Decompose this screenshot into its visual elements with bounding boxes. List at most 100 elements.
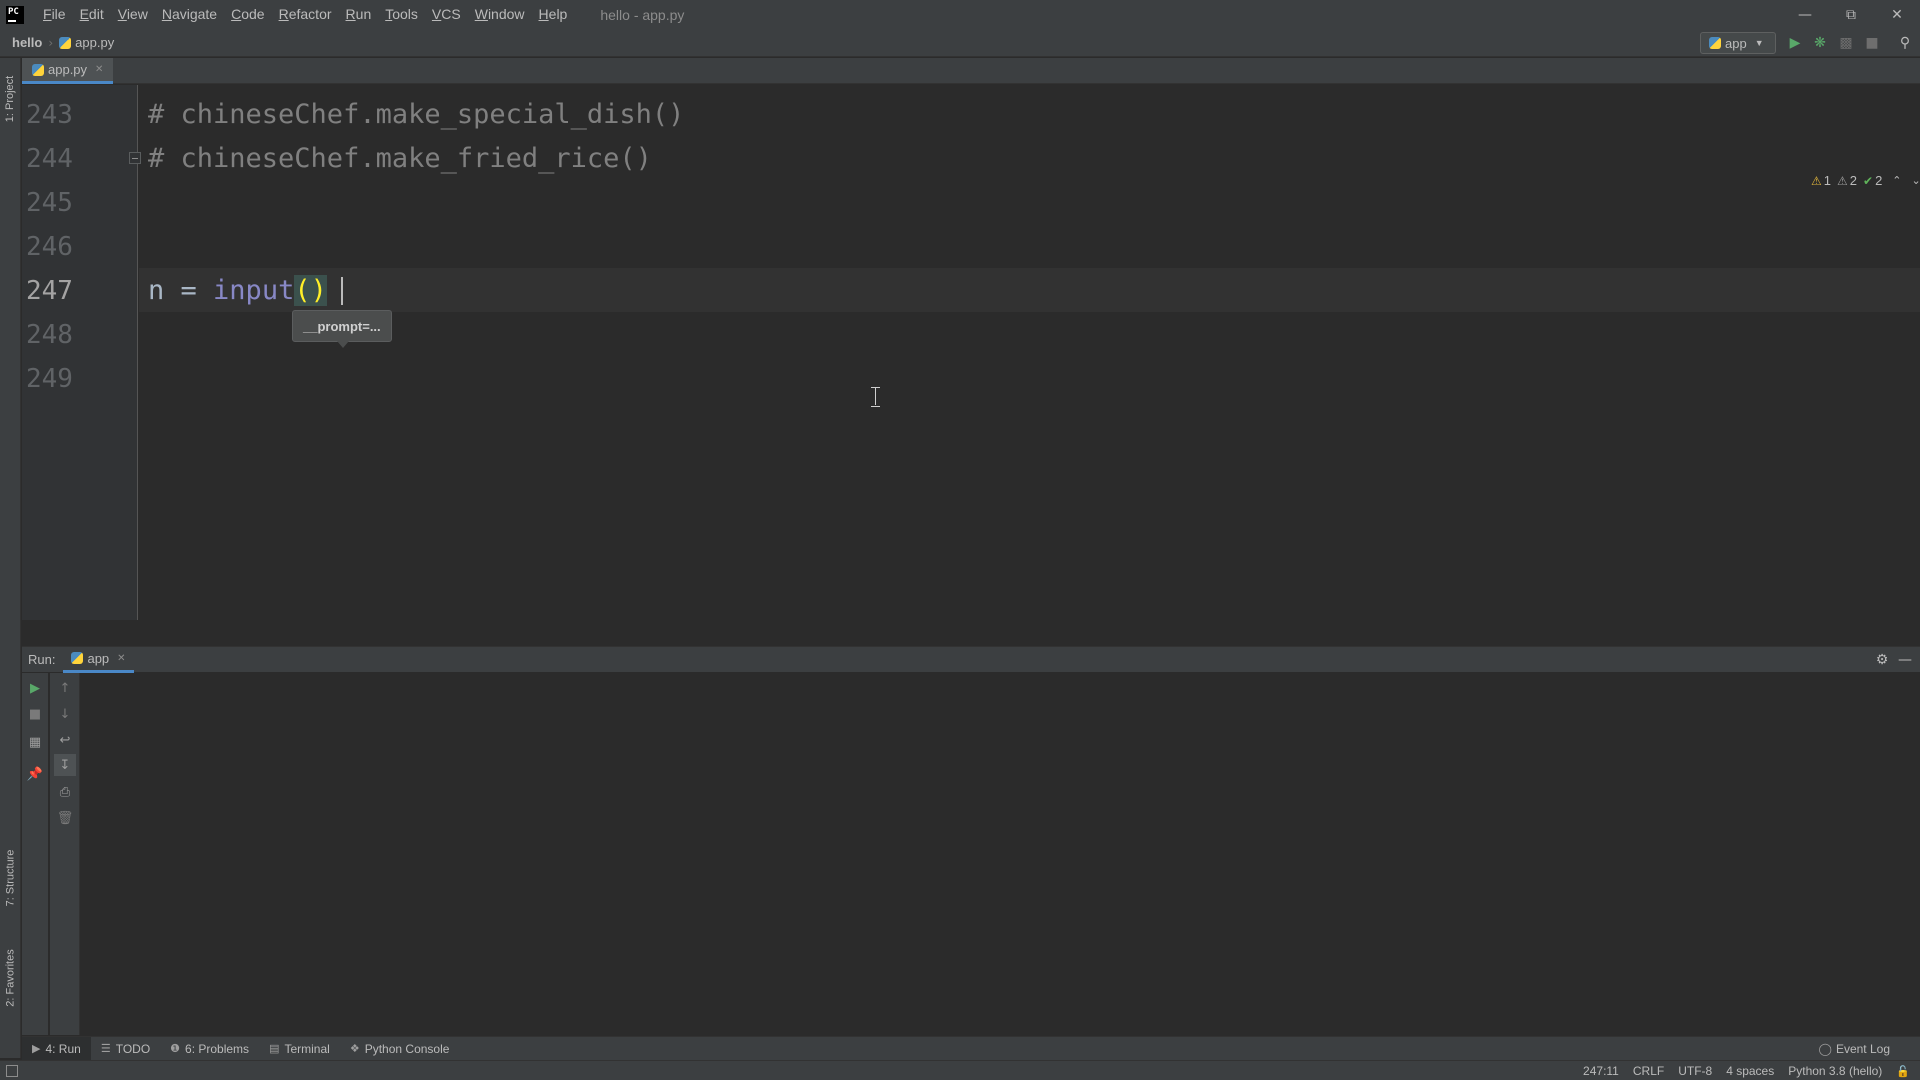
menu-window[interactable]: Window (468, 0, 532, 29)
minimize-icon[interactable]: — (1782, 0, 1828, 29)
status-widgets: 247:11 CRLF UTF-8 4 spaces Python 3.8 (h… (1583, 1061, 1910, 1080)
left-tool-stripe: 1: Project 7: Structure 2: Favorites (0, 58, 21, 1058)
tool-tab-structure[interactable]: 7: Structure (0, 838, 21, 918)
tool-tab-python-console[interactable]: ❖ Python Console (340, 1037, 460, 1061)
close-icon[interactable]: ✕ (117, 653, 125, 664)
tool-tab-event-log-label: Event Log (1835, 1042, 1890, 1056)
terminal-icon: ▤ (269, 1043, 280, 1055)
parameter-info-tooltip: __prompt=... (292, 310, 392, 348)
close-icon[interactable]: ✕ (95, 64, 103, 75)
menu-code[interactable]: Code (224, 0, 271, 29)
menu-refactor[interactable]: Refactor (272, 0, 339, 29)
lock-icon[interactable]: 🔓 (1896, 1065, 1910, 1078)
menu-help[interactable]: Help (532, 0, 575, 29)
arrow-up-icon[interactable]: ↑ (54, 677, 76, 699)
line-number: 248 (26, 320, 73, 350)
file-encoding[interactable]: UTF-8 (1678, 1064, 1712, 1078)
hide-icon[interactable]: — (1895, 650, 1915, 670)
fold-marker-icon[interactable] (129, 152, 141, 164)
tool-tab-terminal-label: Terminal (284, 1041, 330, 1056)
tool-tab-terminal[interactable]: ▤ Terminal (259, 1037, 340, 1061)
code-builtin-function: input (213, 275, 295, 306)
run-console-output[interactable] (81, 673, 1920, 1035)
weak-warnings-count[interactable]: ⚠ 2 (1837, 173, 1857, 188)
weak-warning-icon: ⚠ (1837, 173, 1848, 188)
arrow-down-icon[interactable]: ↓ (54, 703, 76, 725)
python-file-icon (71, 652, 84, 664)
run-toolbar-secondary: ↑ ↓ ↩ ↧ ⎙ 🗑 (50, 673, 80, 1035)
text-caret (341, 277, 343, 305)
code-line-244[interactable]: # chineseChef.make_fried_rice() (148, 137, 652, 181)
warning-icon: ⚠ (1811, 173, 1822, 188)
gear-icon[interactable]: ⚙ (1872, 650, 1892, 670)
python-console-icon: ❖ (349, 1043, 360, 1055)
inspection-widget[interactable]: ⚠ 1 ⚠ 2 ✔ 2 ⌃ ⌄ (1811, 173, 1920, 188)
rerun-icon[interactable]: ▶ (24, 677, 46, 699)
tool-tab-todo-label: TODO (115, 1041, 151, 1056)
run-configuration-selector[interactable]: app ▼ (1700, 32, 1776, 54)
print-icon[interactable]: ⎙ (54, 781, 76, 803)
warnings-count-label: 1 (1823, 173, 1831, 188)
breadcrumb-project[interactable]: hello (12, 35, 42, 50)
close-icon[interactable]: ✕ (1874, 0, 1920, 29)
tool-tab-project[interactable]: 1: Project (0, 64, 21, 134)
run-window-label: Run: (28, 652, 56, 667)
chevron-down-icon[interactable]: ⌄ (1912, 174, 1920, 187)
caret-position[interactable]: 247:11 (1583, 1064, 1619, 1078)
chevron-up-icon[interactable]: ⌃ (1892, 174, 1901, 187)
search-icon[interactable]: ⚲ (1895, 33, 1915, 53)
tool-tab-problems[interactable]: ❶ 6: Problems (160, 1037, 259, 1061)
play-icon: ▶ (32, 1043, 41, 1055)
line-number: 246 (26, 232, 73, 262)
chevron-down-icon: ▼ (1754, 38, 1764, 48)
run-tool-window-header: Run: app ✕ ⚙ — (22, 646, 1920, 673)
code-line-243[interactable]: # chineseChef.make_special_dish() (148, 93, 684, 137)
tool-tab-event-log[interactable]: ◯ Event Log (1819, 1037, 1890, 1061)
typo-check-icon: ✔ (1863, 173, 1874, 188)
menu-vcs[interactable]: VCS (425, 0, 468, 29)
breadcrumb-file-label: app.py (75, 35, 115, 50)
menu-view[interactable]: View (111, 0, 155, 29)
scroll-to-end-icon[interactable]: ↧ (54, 754, 76, 776)
debug-icon[interactable]: ❋ (1810, 33, 1830, 53)
code-variable: n (148, 275, 165, 306)
soft-wrap-icon[interactable]: ↩ (54, 729, 76, 751)
pin-icon[interactable]: 📌 (24, 763, 46, 785)
tab-app-py[interactable]: app.py ✕ (22, 58, 114, 84)
restore-icon[interactable]: ⧉ (1828, 0, 1874, 29)
line-separator[interactable]: CRLF (1633, 1064, 1664, 1078)
trash-icon[interactable]: 🗑 (54, 807, 76, 829)
python-file-icon (1709, 37, 1721, 49)
indent-setting[interactable]: 4 spaces (1726, 1064, 1774, 1078)
title-bar: PC File Edit View Navigate Code Refactor… (0, 0, 1920, 29)
tool-tab-python-console-label: Python Console (364, 1041, 450, 1056)
tool-tab-favorites[interactable]: 2: Favorites (0, 938, 21, 1018)
tool-tab-run[interactable]: ▶ 4: Run (22, 1036, 91, 1061)
code-open-paren: ( (294, 275, 311, 306)
code-line-247[interactable]: n = input() (148, 269, 327, 313)
menu-tools[interactable]: Tools (378, 0, 425, 29)
menu-run[interactable]: Run (339, 0, 379, 29)
run-tab-app[interactable]: app ✕ (63, 647, 134, 673)
menu-navigate[interactable]: Navigate (155, 0, 224, 29)
python-file-icon (59, 36, 72, 49)
current-line-highlight (139, 268, 1920, 312)
layout-icon[interactable]: ▦ (24, 731, 46, 753)
line-number-current: 247 (26, 276, 73, 306)
run-toolbar-primary: ▶ ■ ▦ 📌 (22, 673, 48, 1035)
tool-tab-todo[interactable]: ☰ TODO (91, 1037, 160, 1061)
typos-count[interactable]: ✔ 2 (1863, 173, 1882, 188)
breadcrumb-file[interactable]: app.py (59, 35, 114, 50)
stop-icon[interactable]: ■ (24, 703, 46, 725)
menu-edit[interactable]: Edit (73, 0, 111, 29)
code-editor[interactable]: 243 244 245 246 247 248 249 # chineseChe… (22, 85, 1920, 620)
run-icon[interactable]: ▶ (1785, 33, 1805, 53)
menu-file[interactable]: File (36, 0, 73, 29)
python-interpreter[interactable]: Python 3.8 (hello) (1788, 1064, 1882, 1078)
warnings-count[interactable]: ⚠ 1 (1811, 173, 1831, 188)
coverage-icon[interactable]: ▩ (1836, 33, 1856, 53)
run-configuration-label: app (1725, 35, 1747, 51)
stop-icon[interactable]: ■ (1862, 33, 1882, 53)
line-number-gutter[interactable]: 243 244 245 246 247 248 249 (22, 85, 138, 620)
tool-windows-toggle-icon[interactable] (6, 1064, 18, 1077)
